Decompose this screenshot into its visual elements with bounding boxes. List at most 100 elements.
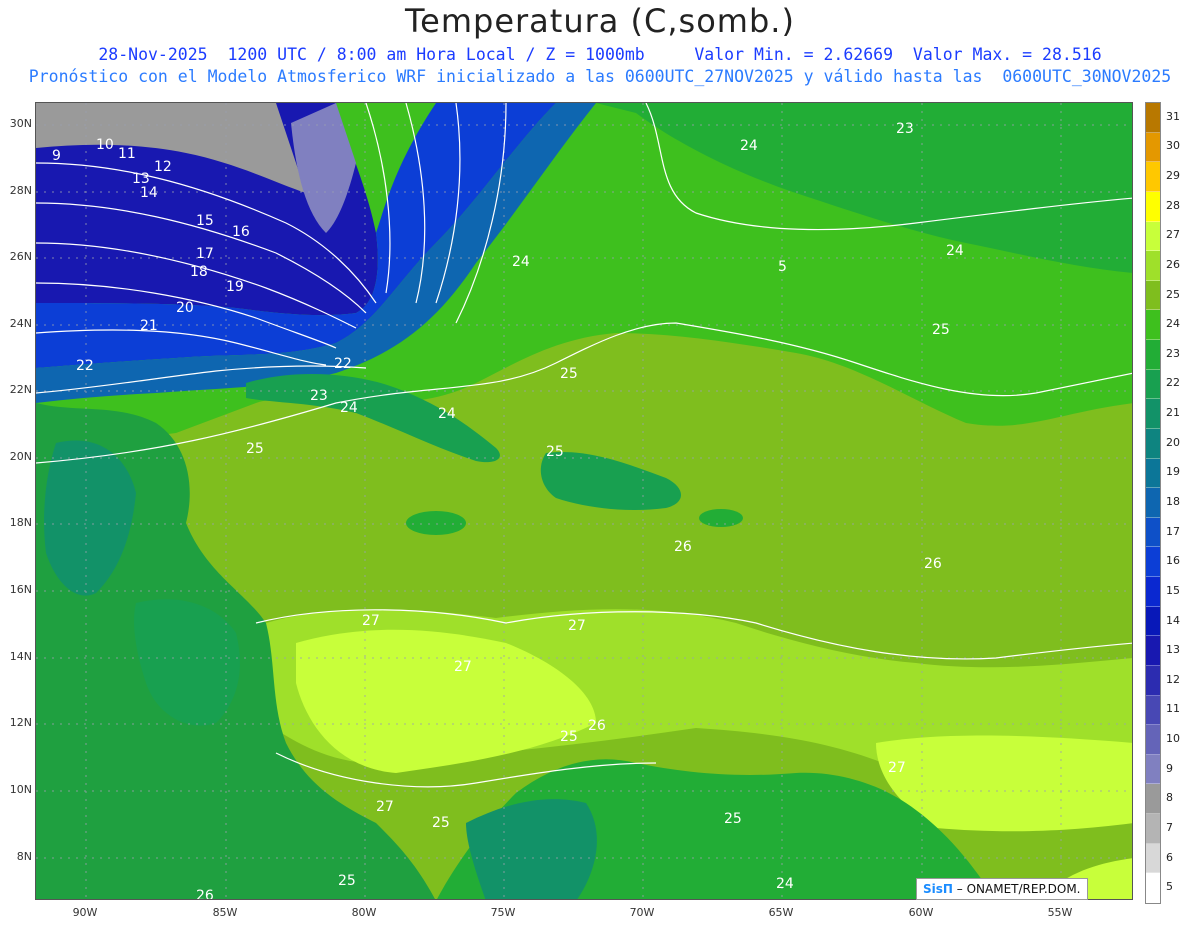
legend-label: 6 bbox=[1166, 850, 1173, 864]
contour-label: 11 bbox=[118, 146, 136, 162]
contour-label: 5 bbox=[778, 259, 787, 275]
legend-label: 27 bbox=[1166, 228, 1180, 242]
info-line: 28-Nov-2025 1200 UTC / 8:00 am Hora Loca… bbox=[98, 45, 1102, 64]
contour-label: 18 bbox=[190, 264, 208, 280]
legend-swatch bbox=[1146, 577, 1160, 607]
lon-label: 60W bbox=[908, 906, 934, 919]
legend-swatch bbox=[1146, 843, 1160, 874]
contour-label: 16 bbox=[232, 224, 250, 240]
contour-label: 27 bbox=[568, 618, 586, 634]
contour-label: 10 bbox=[96, 137, 114, 153]
legend-swatch bbox=[1146, 191, 1160, 222]
lat-label: 16N bbox=[9, 583, 32, 596]
legend-label: 14 bbox=[1166, 613, 1180, 627]
colombia-cool bbox=[466, 799, 597, 899]
lon-label: 80W bbox=[351, 906, 377, 919]
contour-label: 26 bbox=[674, 539, 692, 555]
legend-label: 11 bbox=[1166, 702, 1180, 716]
contour-label: 27 bbox=[376, 799, 394, 815]
contour-label: 19 bbox=[226, 279, 244, 295]
lat-label: 28N bbox=[9, 184, 32, 197]
contour-label: 24 bbox=[740, 138, 758, 154]
legend-swatch bbox=[1146, 399, 1160, 429]
legend-swatch bbox=[1146, 221, 1160, 252]
lat-label: 26N bbox=[9, 250, 32, 263]
legend-swatch bbox=[1146, 754, 1160, 785]
contour-label: 26 bbox=[196, 888, 214, 900]
contour-label: 25 bbox=[724, 811, 742, 827]
contour-label: 15 bbox=[196, 213, 214, 229]
legend-swatch bbox=[1146, 814, 1160, 844]
contour-label: 27 bbox=[362, 613, 380, 629]
lat-label: 24N bbox=[9, 317, 32, 330]
contour-label: 25 bbox=[546, 444, 564, 460]
contour-label: 9 bbox=[52, 148, 61, 164]
contour-label: 25 bbox=[432, 815, 450, 831]
contour-label: 27 bbox=[454, 659, 472, 675]
legend-label: 28 bbox=[1166, 198, 1180, 212]
model-line: Pronóstico con el Modelo Atmosferico WRF… bbox=[28, 67, 1172, 86]
contour-label: 23 bbox=[310, 388, 328, 404]
contour-label: 21 bbox=[140, 318, 158, 334]
jamaica-land bbox=[406, 511, 466, 535]
contour-label: 24 bbox=[512, 254, 530, 270]
map-canvas: 9 10 11 12 13 14 15 16 17 18 19 20 21 22… bbox=[36, 103, 1132, 900]
legend-swatch bbox=[1146, 488, 1160, 518]
legend-label: 25 bbox=[1166, 287, 1180, 301]
contour-label: 24 bbox=[776, 876, 794, 892]
lon-label: 70W bbox=[629, 906, 655, 919]
lat-label: 14N bbox=[9, 650, 32, 663]
lon-label: 55W bbox=[1047, 906, 1073, 919]
legend-label: 5 bbox=[1166, 880, 1173, 894]
legend-swatch bbox=[1146, 132, 1160, 163]
contour-label: 24 bbox=[946, 243, 964, 259]
contour-label: 14 bbox=[140, 185, 158, 201]
legend-label: 13 bbox=[1166, 643, 1180, 657]
contour-label: 24 bbox=[340, 400, 358, 416]
lat-label: 22N bbox=[9, 383, 32, 396]
contour-label: 27 bbox=[888, 760, 906, 776]
lon-label: 65W bbox=[768, 906, 794, 919]
lon-label: 85W bbox=[212, 906, 238, 919]
legend-swatch bbox=[1146, 606, 1160, 637]
temperature-map[interactable]: 9 10 11 12 13 14 15 16 17 18 19 20 21 22… bbox=[35, 102, 1133, 900]
legend-swatch bbox=[1146, 280, 1160, 311]
legend-label: 18 bbox=[1166, 495, 1180, 508]
legend-label: 21 bbox=[1166, 406, 1180, 420]
contour-label: 25 bbox=[338, 873, 356, 889]
legend-swatch bbox=[1146, 103, 1160, 133]
legend-swatch bbox=[1146, 162, 1160, 192]
legend-label: 20 bbox=[1166, 435, 1180, 449]
legend-label: 22 bbox=[1166, 376, 1180, 390]
legend-swatch bbox=[1146, 340, 1160, 370]
legend-swatch bbox=[1146, 251, 1160, 281]
contour-label: 25 bbox=[560, 729, 578, 745]
legend-label: 19 bbox=[1166, 465, 1180, 479]
legend-label: 9 bbox=[1166, 761, 1173, 775]
color-legend bbox=[1145, 102, 1161, 904]
contour-label: 20 bbox=[176, 300, 194, 316]
legend-label: 17 bbox=[1166, 524, 1180, 538]
contour-label: 25 bbox=[560, 366, 578, 382]
legend-label: 30 bbox=[1166, 139, 1180, 153]
legend-label: 7 bbox=[1166, 820, 1173, 834]
lon-label: 90W bbox=[72, 906, 98, 919]
legend-label: 16 bbox=[1166, 554, 1180, 568]
legend-swatch bbox=[1146, 695, 1160, 726]
legend-label: 29 bbox=[1166, 169, 1180, 183]
lon-label: 75W bbox=[490, 906, 516, 919]
legend-swatch bbox=[1146, 458, 1160, 489]
legend-swatch bbox=[1146, 310, 1160, 340]
contour-label: 12 bbox=[154, 159, 172, 175]
contour-label: 23 bbox=[896, 121, 914, 137]
legend-label: 26 bbox=[1166, 257, 1180, 271]
lat-label: 8N bbox=[16, 850, 32, 863]
contour-label: 22 bbox=[334, 356, 352, 372]
map-title: Temperatura (C,somb.) bbox=[405, 2, 795, 40]
lat-label: 12N bbox=[9, 716, 32, 729]
legend-swatch bbox=[1146, 369, 1160, 400]
legend-swatch bbox=[1146, 784, 1160, 814]
legend-swatch bbox=[1146, 636, 1160, 666]
lat-label: 20N bbox=[9, 450, 32, 463]
contour-label: 22 bbox=[76, 358, 94, 374]
